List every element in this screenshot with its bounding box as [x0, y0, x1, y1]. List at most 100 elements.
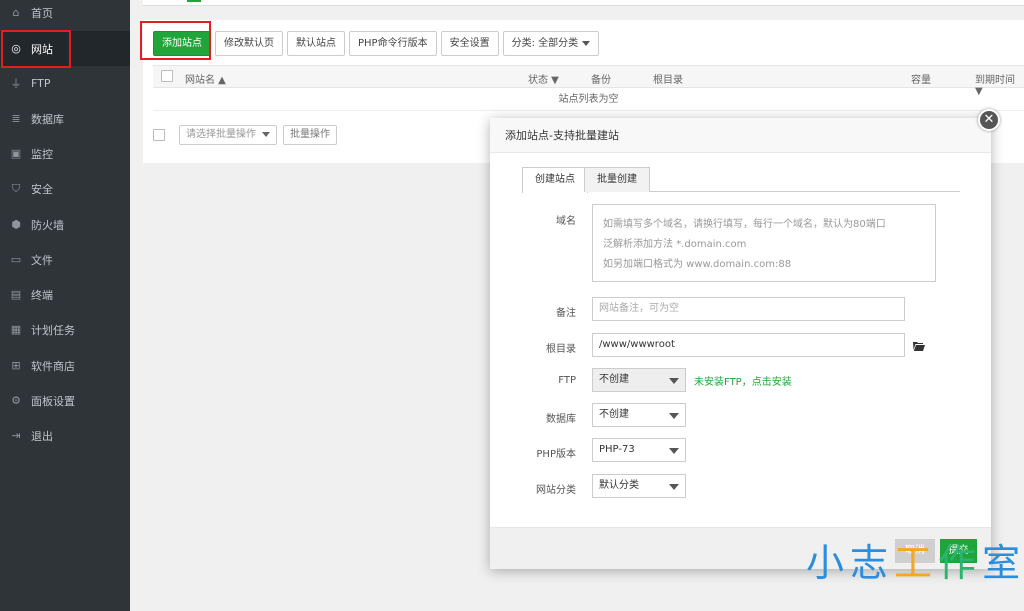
php-version-label: PHP版本	[536, 449, 576, 460]
active-tab-indicator	[187, 0, 201, 2]
chevron-down-icon	[669, 413, 679, 419]
shield-icon: ⛉	[11, 181, 21, 195]
sidebar-item-label: 防火墙	[31, 218, 64, 232]
site-category-value: 默认分类	[599, 480, 639, 491]
sidebar-item-label: 安全	[31, 182, 53, 196]
sidebar-item-database[interactable]: ≣ 数据库	[0, 101, 130, 136]
gear-icon: ⚙	[11, 393, 21, 407]
chevron-down-icon	[669, 448, 679, 454]
top-tab-bar	[143, 0, 1024, 6]
database-icon: ≣	[11, 111, 21, 125]
note-input[interactable]: 网站备注，可为空	[592, 297, 905, 321]
sidebar-item-security[interactable]: ⛉ 安全	[0, 171, 130, 206]
sidebar-item-logout[interactable]: ⇥ 退出	[0, 418, 130, 453]
watermark-char: 志	[850, 541, 895, 585]
toolbar: 添加站点 修改默认页 默认站点 PHP命令行版本 安全设置 分类: 全部分类	[153, 31, 600, 56]
watermark: 小志工作室	[806, 532, 1024, 587]
ftp-select[interactable]: 不创建	[592, 368, 686, 392]
modal-tabs: 创建站点 批量创建	[522, 167, 960, 193]
watermark-char: 作	[938, 541, 983, 585]
default-site-button[interactable]: 默认站点	[287, 31, 345, 56]
folder-icon: ▭	[10, 252, 22, 266]
chevron-down-icon	[582, 40, 591, 46]
bulk-actions: 请选择批量操作 批量操作	[153, 125, 337, 145]
sidebar-item-home[interactable]: ⌂ 首页	[0, 0, 130, 30]
bulk-action-button[interactable]: 批量操作	[283, 125, 337, 145]
empty-table-message: 站点列表为空	[153, 88, 1024, 111]
php-cli-version-button[interactable]: PHP命令行版本	[349, 31, 437, 56]
php-version-value: PHP-73	[599, 444, 635, 455]
sidebar-item-label: 软件商店	[31, 359, 75, 373]
domain-hint-line: 如另加端口格式为 www.domain.com:88	[603, 259, 792, 270]
close-icon[interactable]: ✕	[978, 109, 1000, 131]
tab-create-site[interactable]: 创建站点	[522, 167, 588, 193]
monitor-icon: ▣	[10, 146, 22, 160]
domain-hint-line: 如需填写多个域名，请换行填写，每行一个域名，默认为80端口	[603, 219, 886, 230]
add-site-modal: 添加站点-支持批量建站 创建站点 批量创建 域名 如需填写多个域名，请换行填写，…	[490, 118, 991, 569]
table-header: 网站名 ▲ 状态 ▼ 备份 根目录 容量 到期时间 ▼	[153, 65, 1024, 97]
sidebar-item-label: 面板设置	[31, 394, 75, 408]
sidebar-item-settings[interactable]: ⚙ 面板设置	[0, 383, 130, 418]
calendar-icon: ▦	[10, 322, 22, 336]
root-dir-label: 根目录	[546, 344, 576, 355]
col-header-backup: 备份	[591, 75, 611, 86]
sidebar-item-monitor[interactable]: ▣ 监控	[0, 136, 130, 171]
folder-open-icon[interactable]	[913, 341, 925, 351]
firewall-icon: ⬢	[11, 217, 21, 231]
php-version-select[interactable]: PHP-73	[592, 438, 686, 462]
security-settings-button[interactable]: 安全设置	[440, 31, 499, 56]
sidebar-item-label: 退出	[31, 429, 53, 443]
col-header-name[interactable]: 网站名 ▲	[185, 71, 226, 86]
database-label: 数据库	[546, 414, 576, 425]
select-all-checkbox[interactable]	[161, 70, 173, 82]
bulk-action-select[interactable]: 请选择批量操作	[179, 125, 277, 145]
bulk-action-placeholder: 请选择批量操作	[186, 129, 256, 140]
database-select-value: 不创建	[599, 409, 629, 420]
domain-textarea[interactable]: 如需填写多个域名，请换行填写，每行一个域名，默认为80端口 泛解析添加方法 *.…	[592, 204, 936, 282]
sidebar-item-ftp[interactable]: ⏚ FTP	[0, 66, 130, 101]
note-label: 备注	[556, 308, 576, 319]
sidebar-item-cron[interactable]: ▦ 计划任务	[0, 312, 130, 347]
chevron-down-icon	[669, 484, 679, 490]
modify-default-page-button[interactable]: 修改默认页	[215, 31, 283, 56]
watermark-char: 小	[806, 541, 851, 585]
chevron-down-icon	[669, 378, 679, 384]
home-icon: ⌂	[12, 5, 20, 19]
install-ftp-link[interactable]: 未安装FTP，点击安装	[694, 373, 792, 388]
site-category-select[interactable]: 默认分类	[592, 474, 686, 498]
database-select[interactable]: 不创建	[592, 403, 686, 427]
apps-icon: ⊞	[11, 358, 21, 372]
domain-hint-line: 泛解析添加方法 *.domain.com	[603, 239, 747, 250]
ftp-icon: ⏚	[10, 76, 22, 90]
sidebar-item-label: 监控	[31, 147, 53, 161]
watermark-char: 工	[894, 541, 939, 585]
col-header-capacity: 容量	[911, 75, 931, 86]
sidebar-item-terminal[interactable]: ▤ 终端	[0, 277, 130, 312]
bulk-select-checkbox[interactable]	[153, 129, 165, 141]
domain-label: 域名	[556, 216, 576, 227]
sidebar-item-label: 首页	[31, 6, 53, 20]
tab-batch-create[interactable]: 批量创建	[584, 167, 650, 192]
sidebar-item-label: 文件	[31, 253, 53, 267]
sidebar-item-label: FTP	[31, 77, 51, 90]
site-category-label: 网站分类	[536, 485, 576, 496]
terminal-icon: ▤	[10, 287, 22, 301]
sidebar-item-store[interactable]: ⊞ 软件商店	[0, 348, 130, 383]
modal-title: 添加站点-支持批量建站	[490, 118, 991, 153]
watermark-char: 室	[982, 541, 1024, 585]
sidebar-item-firewall[interactable]: ⬢ 防火墙	[0, 207, 130, 242]
ftp-label: FTP	[558, 375, 576, 386]
category-filter-select[interactable]: 分类: 全部分类	[502, 31, 600, 56]
col-header-status[interactable]: 状态 ▼	[528, 71, 559, 86]
logout-icon: ⇥	[11, 428, 21, 442]
category-filter-label: 分类: 全部分类	[511, 38, 579, 49]
sidebar-item-files[interactable]: ▭ 文件	[0, 242, 130, 277]
annotation-highlight-box	[1, 30, 71, 68]
sidebar-item-label: 数据库	[31, 112, 64, 126]
annotation-highlight-box	[140, 21, 211, 60]
sidebar: ⌂ 首页 ◎ 网站 ⏚ FTP ≣ 数据库 ▣ 监控 ⛉ 安全 ⬢ 防火墙 ▭ …	[0, 0, 130, 611]
sidebar-item-label: 计划任务	[31, 323, 75, 337]
col-header-root: 根目录	[653, 75, 683, 86]
root-dir-input[interactable]: /www/wwwroot	[592, 333, 905, 357]
chevron-down-icon	[262, 131, 270, 137]
